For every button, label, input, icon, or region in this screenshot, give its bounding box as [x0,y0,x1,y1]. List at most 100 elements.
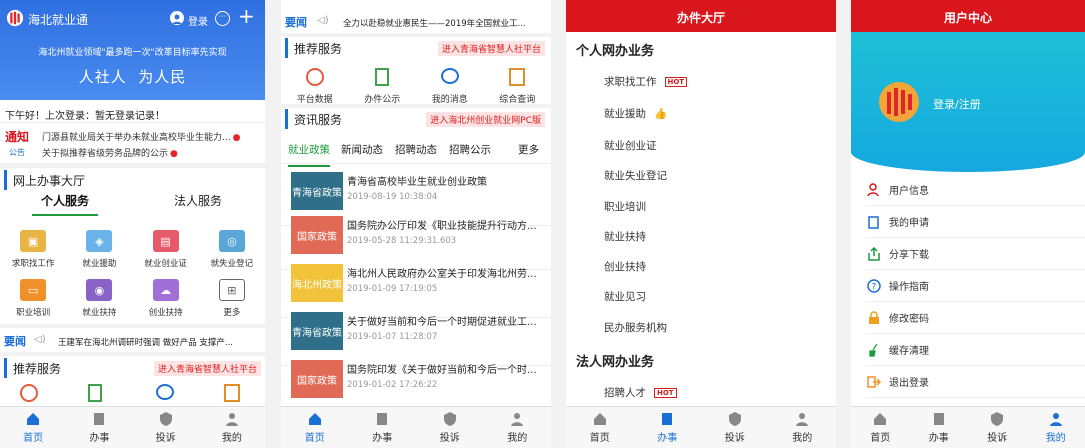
screen-user-center: 用户中心 登录/注册 用户信息 我的申请 分享下载 ? 操作指南 修改密码 缓存清… [851,0,1085,448]
bottom-tabbar: 首页 办事 投诉 我的 [281,406,551,448]
list-item[interactable]: 国家政策 国务院印发《关于做好当前和今后一个时... 2019-01-02 17:… [281,354,551,406]
bottom-tabbar: 首页 办事 投诉 我的 [851,406,1085,448]
menu-share-download[interactable]: 分享下载 [867,238,1085,270]
tab-complaint[interactable]: 投诉 [701,407,769,448]
notice-item[interactable]: 关于拟推荐省级劳务品牌的公示 ● [42,146,178,159]
share-icon [868,246,880,261]
message-icon[interactable]: ··· [215,11,230,26]
recommend-title: 推荐服务 [285,38,342,58]
menu-item[interactable]: 就业失业登记 [604,168,667,183]
menu-change-password[interactable]: 修改密码 [867,302,1085,334]
info-link[interactable]: 进入海北州创业就业网PC版 [426,112,545,127]
tab-affairs[interactable]: 办事 [634,407,702,448]
rec-messages[interactable]: 我的消息 [416,60,484,105]
headline-text[interactable]: 王建军在海北州调研时强调 做好产品 支撑产... [58,336,233,348]
tab-corp[interactable]: 法人服务 [133,192,263,220]
news-tab-policy[interactable]: 就业政策 [288,142,330,167]
menu-item[interactable]: 招聘人才 HOT [604,385,677,400]
register-icon: ◎ [218,230,245,252]
user-banner: 登录/注册 [851,32,1085,172]
corp-header: 法人网办业务 [576,355,655,370]
menu-item[interactable]: 就业创业证 [604,138,657,153]
rec-query[interactable]: 综合查询 [484,60,552,105]
document-icon [933,413,944,425]
notice-badge: 通知 公告 [5,130,30,157]
service-startup[interactable]: ☁ 创业扶持 [133,279,199,318]
lock-icon [869,310,879,324]
page-title: 用户中心 [943,11,992,25]
tab-home[interactable]: 首页 [0,407,66,448]
logout-icon [867,375,881,388]
tab-home[interactable]: 首页 [281,407,349,448]
tab-mine[interactable]: 我的 [199,407,265,448]
app-logo-icon [877,80,921,124]
recommend-link[interactable]: 进入青海省智慧人社平台 [437,41,545,56]
menu-my-applications[interactable]: 我的申请 [867,206,1085,238]
service-more[interactable]: ⊞ 更多 [199,279,265,318]
menu-item[interactable]: 就业扶持 [604,229,646,244]
news-thumb: 国家政策 [291,360,343,398]
news-tab-more[interactable]: 更多 [518,142,539,157]
menu-item[interactable]: 求职找工作 HOT [604,74,688,89]
menu-item[interactable]: 民办服务机构 [604,320,667,335]
service-card[interactable]: ▤ 就业创业证 [133,230,199,269]
tab-mine[interactable]: 我的 [769,407,837,448]
service-job-search[interactable]: ▣ 求职找工作 [0,230,66,269]
service-register[interactable]: ◎ 就失业登记 [199,230,265,269]
menu-item[interactable]: 职业培训 [604,199,646,214]
rec-platform-data[interactable]: 平台数据 [281,60,349,105]
news-tab-recruit[interactable]: 招聘动态 [395,142,437,157]
menu-guide[interactable]: ? 操作指南 [867,270,1085,302]
tab-complaint[interactable]: 投诉 [133,407,199,448]
personal-header: 个人网办业务 [576,44,655,59]
tab-complaint[interactable]: 投诉 [968,407,1027,448]
header-bar: 办件大厅 [566,0,836,32]
tab-home[interactable]: 首页 [851,407,910,448]
service-training[interactable]: ▭ 职业培训 [0,279,66,318]
menu-logout[interactable]: 退出登录 [867,366,1085,398]
menu-item[interactable]: 就业见习 [604,289,646,304]
tab-affairs[interactable]: 办事 [66,407,132,448]
menu-item[interactable]: 创业扶持 [604,259,646,274]
recommend-link[interactable]: 进入青海省智慧人社平台 [153,361,261,376]
user-icon[interactable] [170,11,184,25]
menu-clear-cache[interactable]: 缓存清理 [867,334,1085,366]
login-link[interactable]: 登录 [188,13,208,28]
news-tab-publicity[interactable]: 招聘公示 [449,142,491,157]
tab-home[interactable]: 首页 [566,407,634,448]
headline-tag: 要闻 [4,335,26,348]
hero-banner: 海北就业通 登录 ··· + 海北州就业领域"最多跑一次"改革目标率先实现 人社… [0,0,265,100]
news-tab-news[interactable]: 新闻动态 [341,142,383,157]
search-doc-icon [509,68,526,86]
tab-personal[interactable]: 个人服务 [0,192,130,220]
grid-icon: ⊞ [218,279,245,301]
service-assist[interactable]: ◈ 就业援助 [66,230,132,269]
tab-mine[interactable]: 我的 [484,407,552,448]
rec-publicity[interactable]: 办件公示 [349,60,417,105]
notice-item[interactable]: 门源县就业局关于举办未就业高校毕业生能力... ● [42,130,240,143]
shield-icon [443,412,456,426]
tab-affairs[interactable]: 办事 [349,407,417,448]
rec-icon-search [224,384,240,402]
tab-mine[interactable]: 我的 [1027,407,1085,448]
app-logo-icon [6,8,24,28]
slogan-big: 人社人 为人民 [78,68,187,86]
pie-chart-icon [305,68,324,86]
document-icon [662,413,673,425]
home-icon [593,413,606,425]
svg-text:?: ? [872,282,877,292]
tab-affairs[interactable]: 办事 [910,407,969,448]
speaker-icon: ◁) [317,15,329,26]
training-icon: ▭ [20,279,47,301]
headline-text[interactable]: 全力以赴稳就业惠民生——2019年全国就业工... [343,17,526,29]
tab-complaint[interactable]: 投诉 [416,407,484,448]
home-icon [27,413,40,425]
service-support[interactable]: ◉ 就业扶持 [66,279,132,318]
edit-icon [868,215,879,229]
add-icon[interactable]: + [238,6,255,26]
startup-icon: ☁ [152,279,179,301]
login-register-link[interactable]: 登录/注册 [933,96,981,112]
menu-user-info[interactable]: 用户信息 [867,174,1085,206]
headline-tag: 要闻 [285,16,307,29]
menu-item[interactable]: 就业援助 👍 [604,106,667,121]
